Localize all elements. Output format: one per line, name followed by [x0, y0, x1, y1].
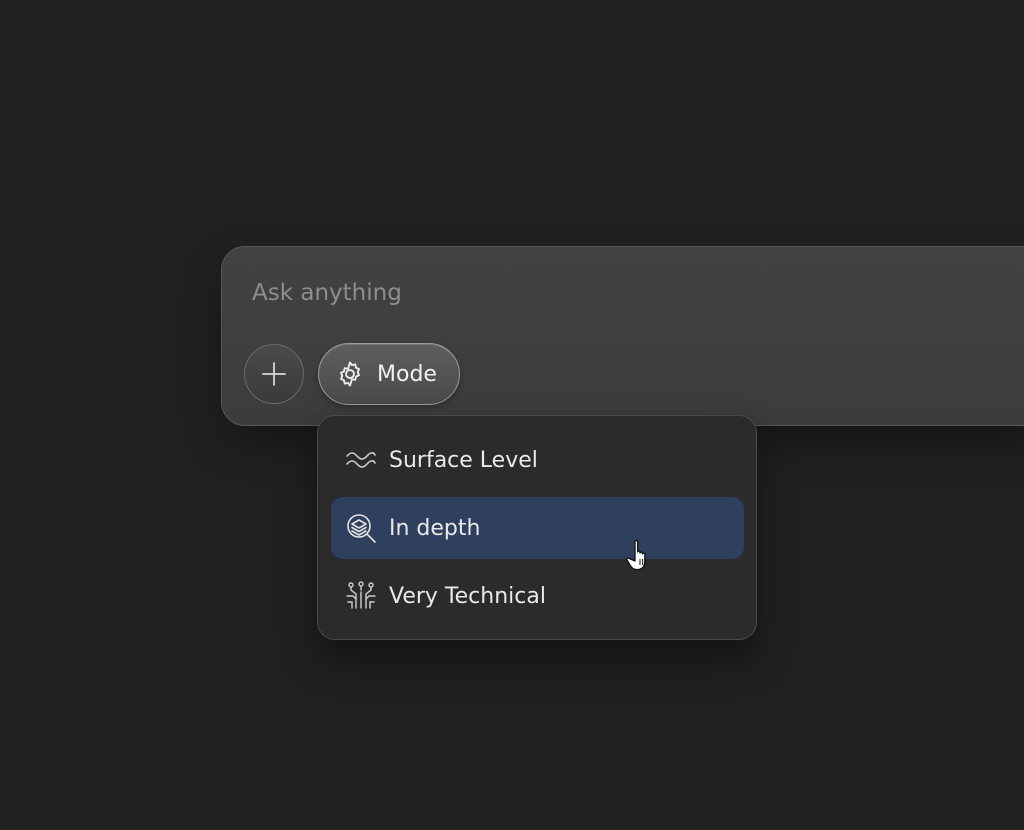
menu-item-in-depth[interactable]: In depth [331, 497, 744, 559]
layers-search-icon [345, 512, 377, 544]
add-button[interactable] [244, 344, 304, 404]
ask-input[interactable] [252, 275, 952, 311]
mode-menu: Surface Level In depth Very Technical [317, 415, 757, 640]
mode-button[interactable]: Mode [318, 343, 460, 405]
hand-pointer-icon [626, 539, 646, 571]
menu-item-label: Very Technical [389, 583, 546, 609]
composer: Mode [221, 246, 1024, 426]
circuit-icon [345, 580, 377, 612]
plus-icon [262, 362, 286, 386]
page: Mode Surface Level [0, 0, 1024, 830]
mode-label: Mode [377, 361, 437, 387]
menu-item-label: In depth [389, 515, 481, 541]
menu-item-very-technical[interactable]: Very Technical [331, 565, 744, 627]
menu-item-label: Surface Level [389, 447, 538, 473]
menu-item-surface-level[interactable]: Surface Level [331, 429, 744, 491]
waves-icon [345, 444, 377, 476]
gear-icon [340, 361, 360, 387]
